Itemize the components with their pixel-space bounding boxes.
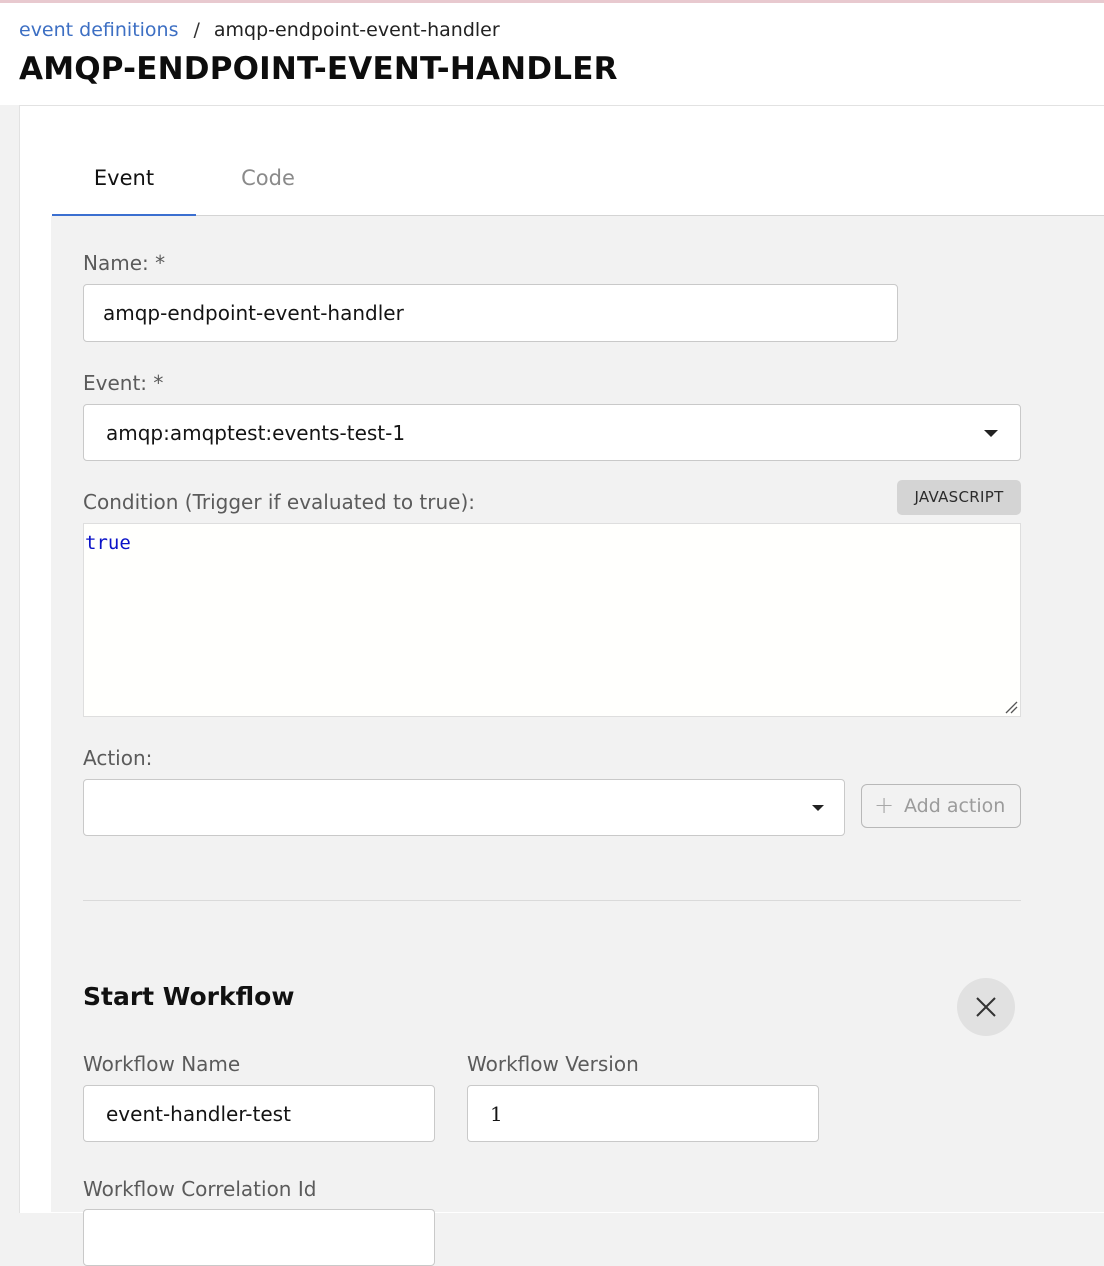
name-label: Name: *	[83, 251, 166, 275]
event-select-value: amqp:amqptest:events-test-1	[106, 421, 406, 445]
tab-code[interactable]: Code	[196, 106, 340, 215]
workflow-version-value: 1	[490, 1102, 503, 1126]
name-input-value: amqp-endpoint-event-handler	[103, 301, 404, 325]
tab-code-label: Code	[241, 166, 295, 190]
workflow-version-label: Workflow Version	[467, 1052, 639, 1076]
condition-code: true	[85, 532, 131, 554]
event-label: Event: *	[83, 371, 164, 395]
close-icon	[976, 997, 996, 1017]
workflow-version-input[interactable]: 1	[467, 1085, 819, 1142]
workflow-name-label: Workflow Name	[83, 1052, 241, 1076]
remove-action-button[interactable]	[957, 978, 1015, 1036]
condition-label: Condition (Trigger if evaluated to true)…	[83, 490, 475, 514]
chevron-down-icon	[984, 430, 998, 437]
breadcrumb-link-event-definitions[interactable]: event definitions	[19, 19, 179, 41]
page-header: event definitions / amqp-endpoint-event-ha…	[0, 3, 1104, 105]
start-workflow-title: Start Workflow	[83, 982, 295, 1011]
name-input[interactable]: amqp-endpoint-event-handler	[83, 284, 898, 342]
condition-editor[interactable]: true	[83, 523, 1021, 717]
section-divider	[83, 900, 1021, 901]
tab-event-label: Event	[93, 166, 155, 190]
breadcrumb: event definitions / amqp-endpoint-event-ha…	[19, 19, 500, 41]
tab-event[interactable]: Event	[52, 106, 196, 217]
action-select[interactable]	[83, 779, 845, 836]
resize-grip-icon[interactable]	[1004, 700, 1018, 714]
event-form-panel: Name: * amqp-endpoint-event-handler Even…	[51, 216, 1104, 1266]
add-action-label: Add action	[904, 795, 1006, 817]
plus-icon: +	[874, 791, 895, 819]
workflow-name-value: event-handler-test	[106, 1102, 291, 1126]
chevron-down-icon	[812, 805, 824, 811]
breadcrumb-separator: /	[193, 19, 200, 41]
workflow-name-input[interactable]: event-handler-test	[83, 1085, 435, 1142]
breadcrumb-current: amqp-endpoint-event-handler	[213, 19, 500, 41]
language-badge[interactable]: JAVASCRIPT	[897, 480, 1021, 515]
page-title: AMQP-ENDPOINT-EVENT-HANDLER	[19, 51, 618, 87]
workflow-correlation-id-input[interactable]	[83, 1209, 435, 1266]
event-select[interactable]: amqp:amqptest:events-test-1	[83, 404, 1021, 461]
workflow-correlation-id-label: Workflow Correlation Id	[83, 1177, 317, 1201]
add-action-button[interactable]: + Add action	[861, 784, 1021, 828]
action-label: Action:	[83, 746, 153, 770]
tab-bar: Event Code	[52, 106, 1104, 217]
